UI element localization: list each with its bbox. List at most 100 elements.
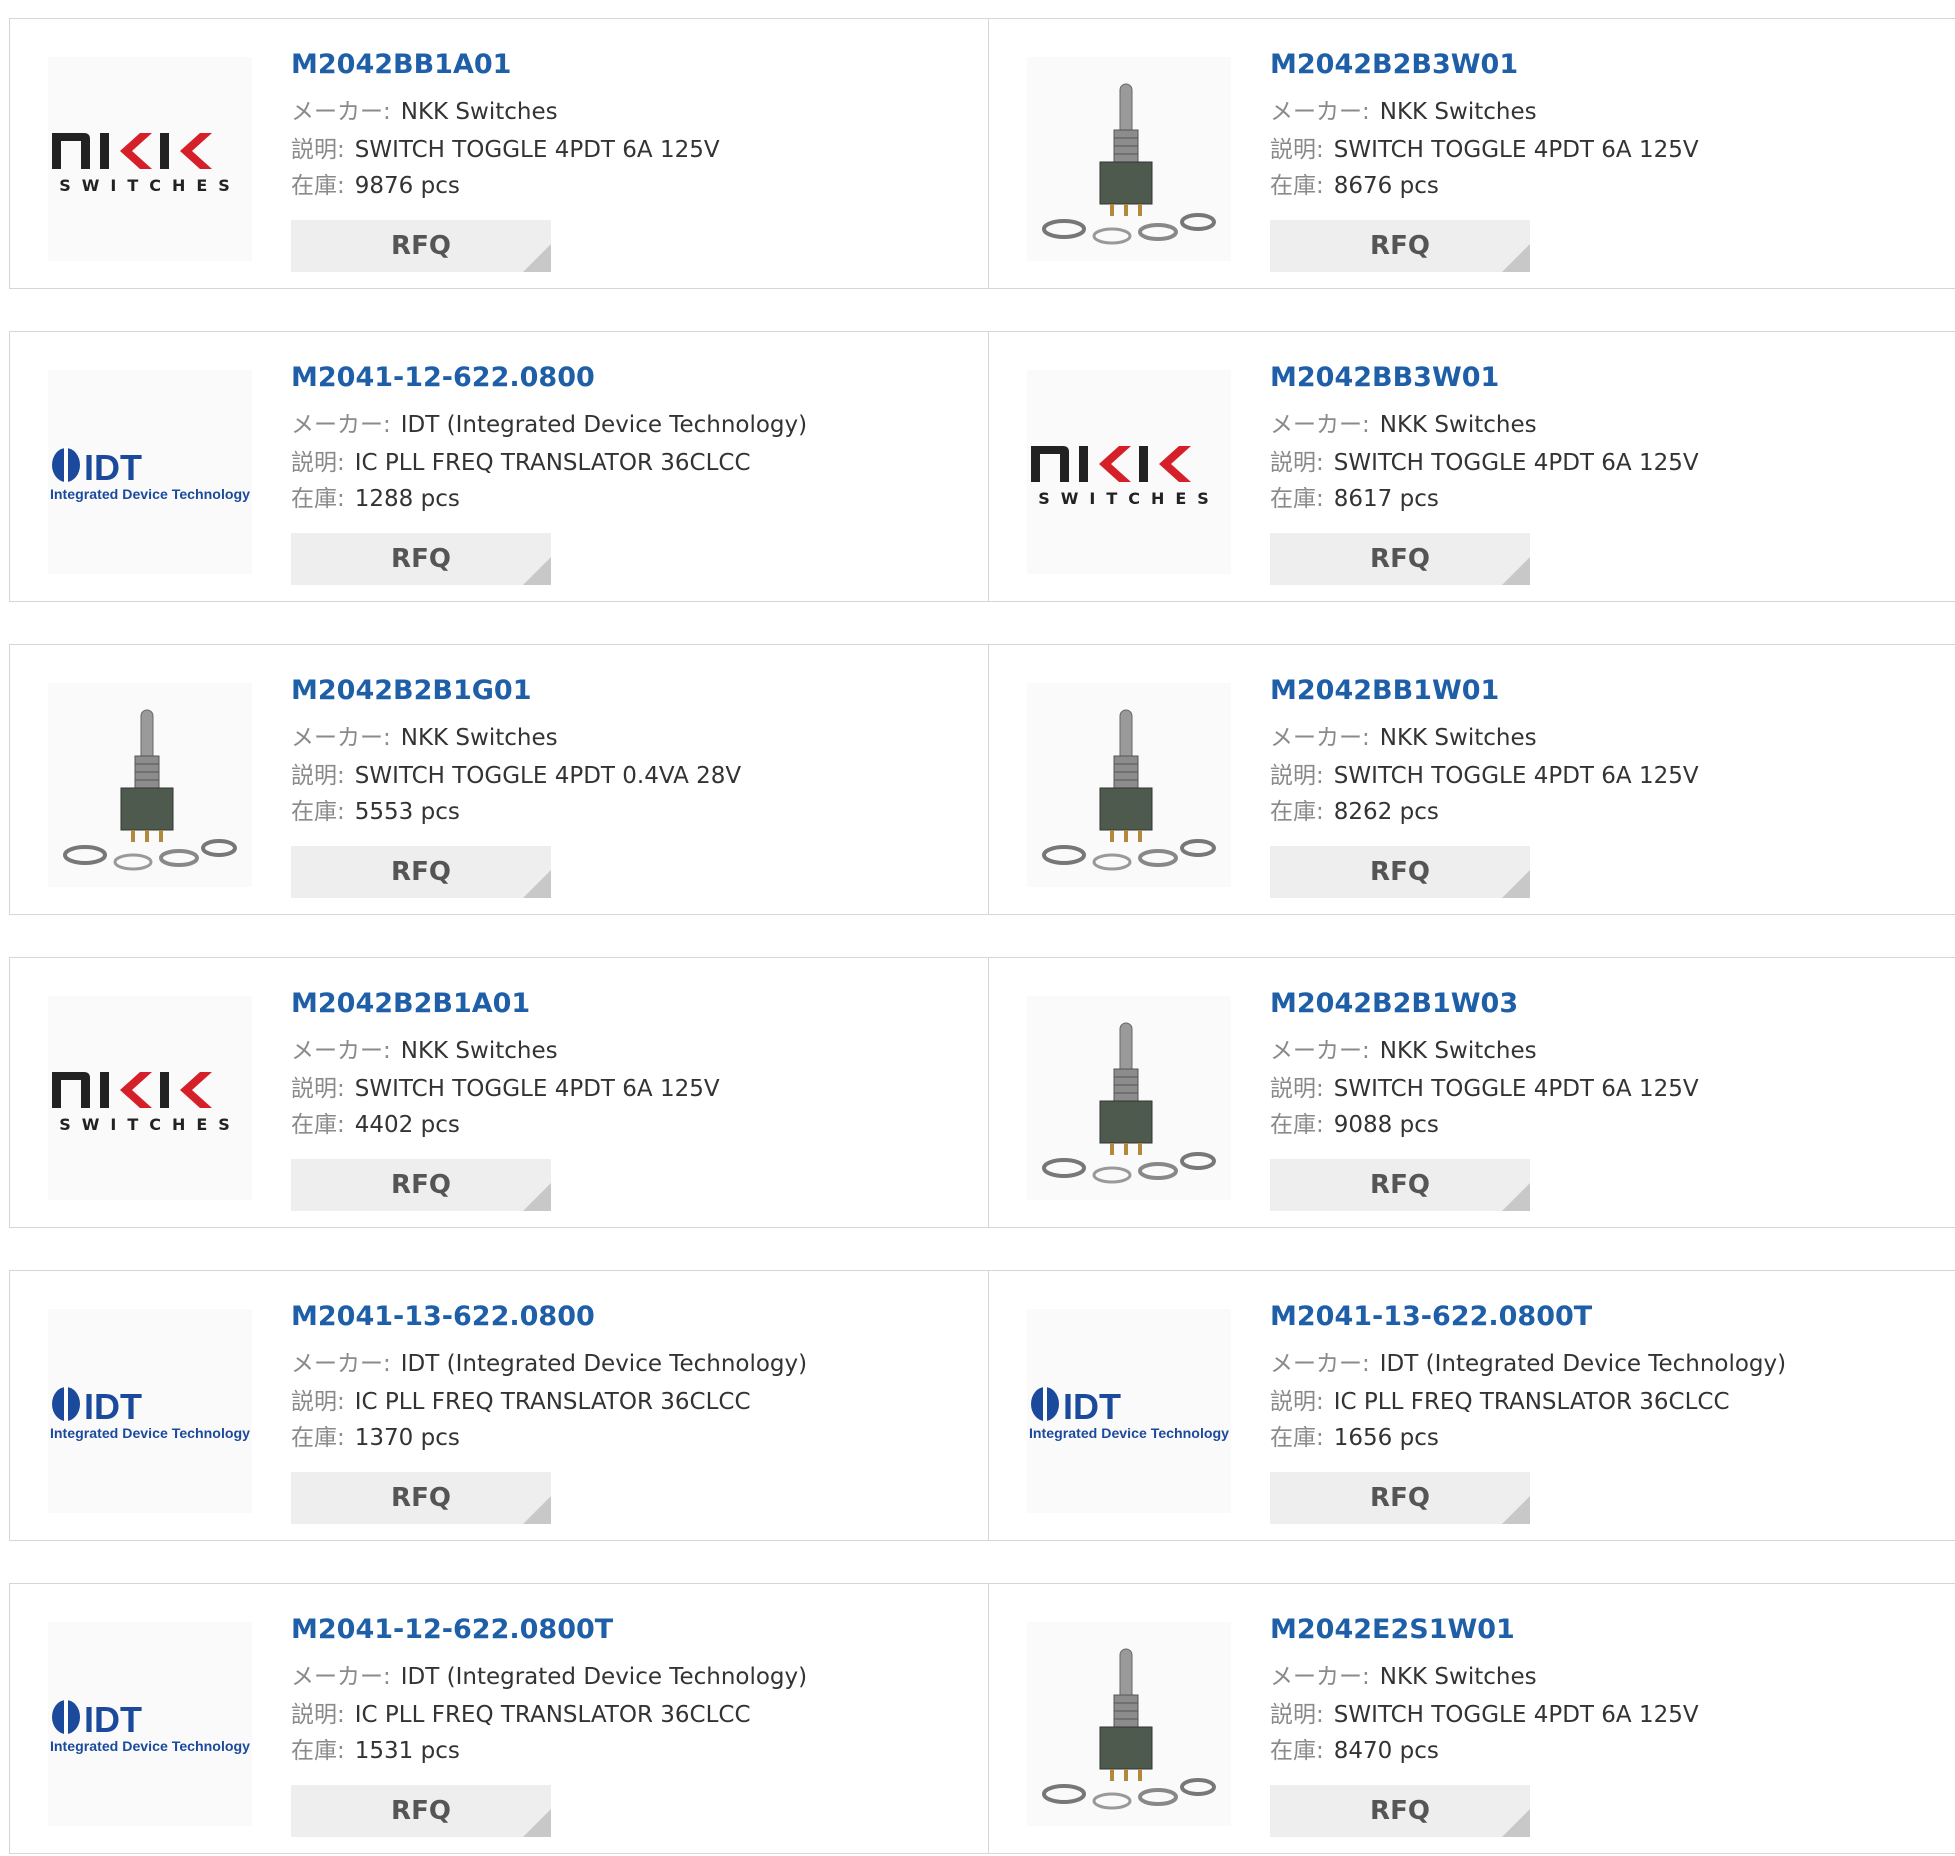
part-number-link[interactable]: M2041-12-622.0800 bbox=[291, 362, 595, 393]
maker-value: IDT (Integrated Device Technology) bbox=[1379, 1351, 1787, 1377]
stock-row: 在庫: 8617 pcs bbox=[1270, 484, 1439, 514]
rfq-button[interactable]: RFQ bbox=[1270, 1159, 1530, 1211]
rfq-button[interactable]: RFQ bbox=[291, 1472, 551, 1524]
rfq-button[interactable]: RFQ bbox=[291, 220, 551, 272]
maker-row: メーカー: NKK Switches bbox=[291, 1036, 558, 1066]
maker-label: メーカー: bbox=[291, 725, 391, 751]
description-value: SWITCH TOGGLE 4PDT 6A 125V bbox=[354, 137, 720, 163]
product-image[interactable] bbox=[48, 683, 252, 887]
stock-label: 在庫: bbox=[291, 1425, 345, 1451]
rfq-button[interactable]: RFQ bbox=[291, 533, 551, 585]
product-card: M2042B2B3W01 メーカー: NKK Switches 説明: SWITCH… bbox=[988, 18, 1955, 289]
idt-logo: IDTIntegrated Device Technology bbox=[1029, 1386, 1229, 1441]
product-image[interactable] bbox=[1027, 57, 1231, 261]
stock-row: 在庫: 1288 pcs bbox=[291, 484, 460, 514]
stock-value: 1370 pcs bbox=[354, 1425, 460, 1451]
stock-label: 在庫: bbox=[1270, 1425, 1324, 1451]
description-label: 説明: bbox=[291, 1389, 345, 1415]
description-value: SWITCH TOGGLE 4PDT 6A 125V bbox=[354, 1076, 720, 1102]
description-row: 説明: SWITCH TOGGLE 4PDT 6A 125V bbox=[1270, 448, 1699, 478]
part-number-link[interactable]: M2042BB1W01 bbox=[1270, 675, 1499, 706]
product-card: SWITCHES M2042BB3W01 メーカー: NKK Switches 説… bbox=[988, 331, 1955, 602]
stock-label: 在庫: bbox=[1270, 486, 1324, 512]
part-number-link[interactable]: M2042B2B1A01 bbox=[291, 988, 530, 1019]
rfq-button[interactable]: RFQ bbox=[1270, 533, 1530, 585]
svg-text:Integrated Device Technology: Integrated Device Technology bbox=[50, 486, 250, 502]
rfq-label: RFQ bbox=[1370, 1796, 1430, 1826]
maker-label: メーカー: bbox=[291, 412, 391, 438]
maker-label: メーカー: bbox=[291, 1664, 391, 1690]
rfq-button[interactable]: RFQ bbox=[291, 846, 551, 898]
product-image[interactable]: SWITCHES bbox=[1027, 370, 1231, 574]
part-number-link[interactable]: M2042BB1A01 bbox=[291, 49, 511, 80]
rfq-label: RFQ bbox=[1370, 1483, 1430, 1513]
rfq-button[interactable]: RFQ bbox=[1270, 220, 1530, 272]
svg-text:Integrated Device Technology: Integrated Device Technology bbox=[50, 1738, 250, 1754]
maker-value: NKK Switches bbox=[400, 1038, 558, 1064]
description-value: SWITCH TOGGLE 4PDT 6A 125V bbox=[1333, 763, 1699, 789]
part-number-link[interactable]: M2042B2B3W01 bbox=[1270, 49, 1518, 80]
product-image[interactable]: IDT Integrated Device Technology bbox=[1027, 1309, 1231, 1513]
stock-value: 9088 pcs bbox=[1333, 1112, 1439, 1138]
product-card: M2042B2B1G01 メーカー: NKK Switches 説明: SWITCH… bbox=[9, 644, 989, 915]
rfq-button[interactable]: RFQ bbox=[1270, 846, 1530, 898]
part-number-link[interactable]: M2042B2B1G01 bbox=[291, 675, 531, 706]
product-card: IDT Integrated Device Technology M2041-13… bbox=[988, 1270, 1955, 1541]
stock-value: 8262 pcs bbox=[1333, 799, 1439, 825]
corner-triangle-icon bbox=[1502, 1496, 1530, 1524]
maker-label: メーカー: bbox=[1270, 1038, 1370, 1064]
toggle-switch-photo bbox=[1042, 1022, 1216, 1184]
stock-row: 在庫: 9088 pcs bbox=[1270, 1110, 1439, 1140]
description-label: 説明: bbox=[1270, 1702, 1324, 1728]
corner-triangle-icon bbox=[523, 1496, 551, 1524]
stock-value: 8470 pcs bbox=[1333, 1738, 1439, 1764]
product-image[interactable]: SWITCHES bbox=[48, 996, 252, 1200]
description-label: 説明: bbox=[1270, 137, 1324, 163]
part-number-link[interactable]: M2042E2S1W01 bbox=[1270, 1614, 1515, 1645]
rfq-button[interactable]: RFQ bbox=[1270, 1472, 1530, 1524]
product-image[interactable]: IDT Integrated Device Technology bbox=[48, 1622, 252, 1826]
rfq-button[interactable]: RFQ bbox=[291, 1785, 551, 1837]
svg-text:Integrated Device Technology: Integrated Device Technology bbox=[50, 1425, 250, 1441]
product-image[interactable]: SWITCHES bbox=[48, 57, 252, 261]
product-image[interactable]: IDT Integrated Device Technology bbox=[48, 370, 252, 574]
product-image[interactable]: IDT Integrated Device Technology bbox=[48, 1309, 252, 1513]
part-number-link[interactable]: M2041-12-622.0800T bbox=[291, 1614, 613, 1645]
product-row: IDT Integrated Device Technology M2041-13… bbox=[9, 1270, 1955, 1543]
maker-row: メーカー: IDT (Integrated Device Technology) bbox=[1270, 1349, 1786, 1379]
part-number-link[interactable]: M2042BB3W01 bbox=[1270, 362, 1499, 393]
corner-triangle-icon bbox=[523, 870, 551, 898]
product-image[interactable] bbox=[1027, 996, 1231, 1200]
maker-label: メーカー: bbox=[1270, 725, 1370, 751]
description-row: 説明: SWITCH TOGGLE 4PDT 6A 125V bbox=[1270, 1700, 1699, 1730]
svg-text:IDT: IDT bbox=[84, 1386, 142, 1427]
description-label: 説明: bbox=[1270, 1076, 1324, 1102]
maker-label: メーカー: bbox=[1270, 99, 1370, 125]
idt-logo: IDTIntegrated Device Technology bbox=[50, 1699, 250, 1754]
maker-label: メーカー: bbox=[291, 99, 391, 125]
product-image[interactable] bbox=[1027, 683, 1231, 887]
svg-text:IDT: IDT bbox=[84, 447, 142, 488]
corner-triangle-icon bbox=[1502, 1809, 1530, 1837]
product-card: M2042E2S1W01 メーカー: NKK Switches 説明: SWITCH… bbox=[988, 1583, 1955, 1854]
rfq-button[interactable]: RFQ bbox=[1270, 1785, 1530, 1837]
stock-label: 在庫: bbox=[1270, 799, 1324, 825]
description-row: 説明: SWITCH TOGGLE 4PDT 0.4VA 28V bbox=[291, 761, 741, 791]
maker-row: メーカー: NKK Switches bbox=[1270, 1662, 1537, 1692]
rfq-button[interactable]: RFQ bbox=[291, 1159, 551, 1211]
rfq-label: RFQ bbox=[391, 1483, 451, 1513]
part-number-link[interactable]: M2041-13-622.0800T bbox=[1270, 1301, 1592, 1332]
corner-triangle-icon bbox=[1502, 1183, 1530, 1211]
product-image[interactable] bbox=[1027, 1622, 1231, 1826]
maker-value: NKK Switches bbox=[1379, 99, 1537, 125]
description-value: IC PLL FREQ TRANSLATOR 36CLCC bbox=[354, 1389, 751, 1415]
stock-label: 在庫: bbox=[291, 173, 345, 199]
part-number-link[interactable]: M2041-13-622.0800 bbox=[291, 1301, 595, 1332]
rfq-label: RFQ bbox=[1370, 231, 1430, 261]
description-row: 説明: IC PLL FREQ TRANSLATOR 36CLCC bbox=[1270, 1387, 1730, 1417]
rfq-label: RFQ bbox=[391, 857, 451, 887]
stock-row: 在庫: 5553 pcs bbox=[291, 797, 460, 827]
part-number-link[interactable]: M2042B2B1W03 bbox=[1270, 988, 1518, 1019]
maker-label: メーカー: bbox=[1270, 412, 1370, 438]
svg-text:IDT: IDT bbox=[84, 1699, 142, 1740]
